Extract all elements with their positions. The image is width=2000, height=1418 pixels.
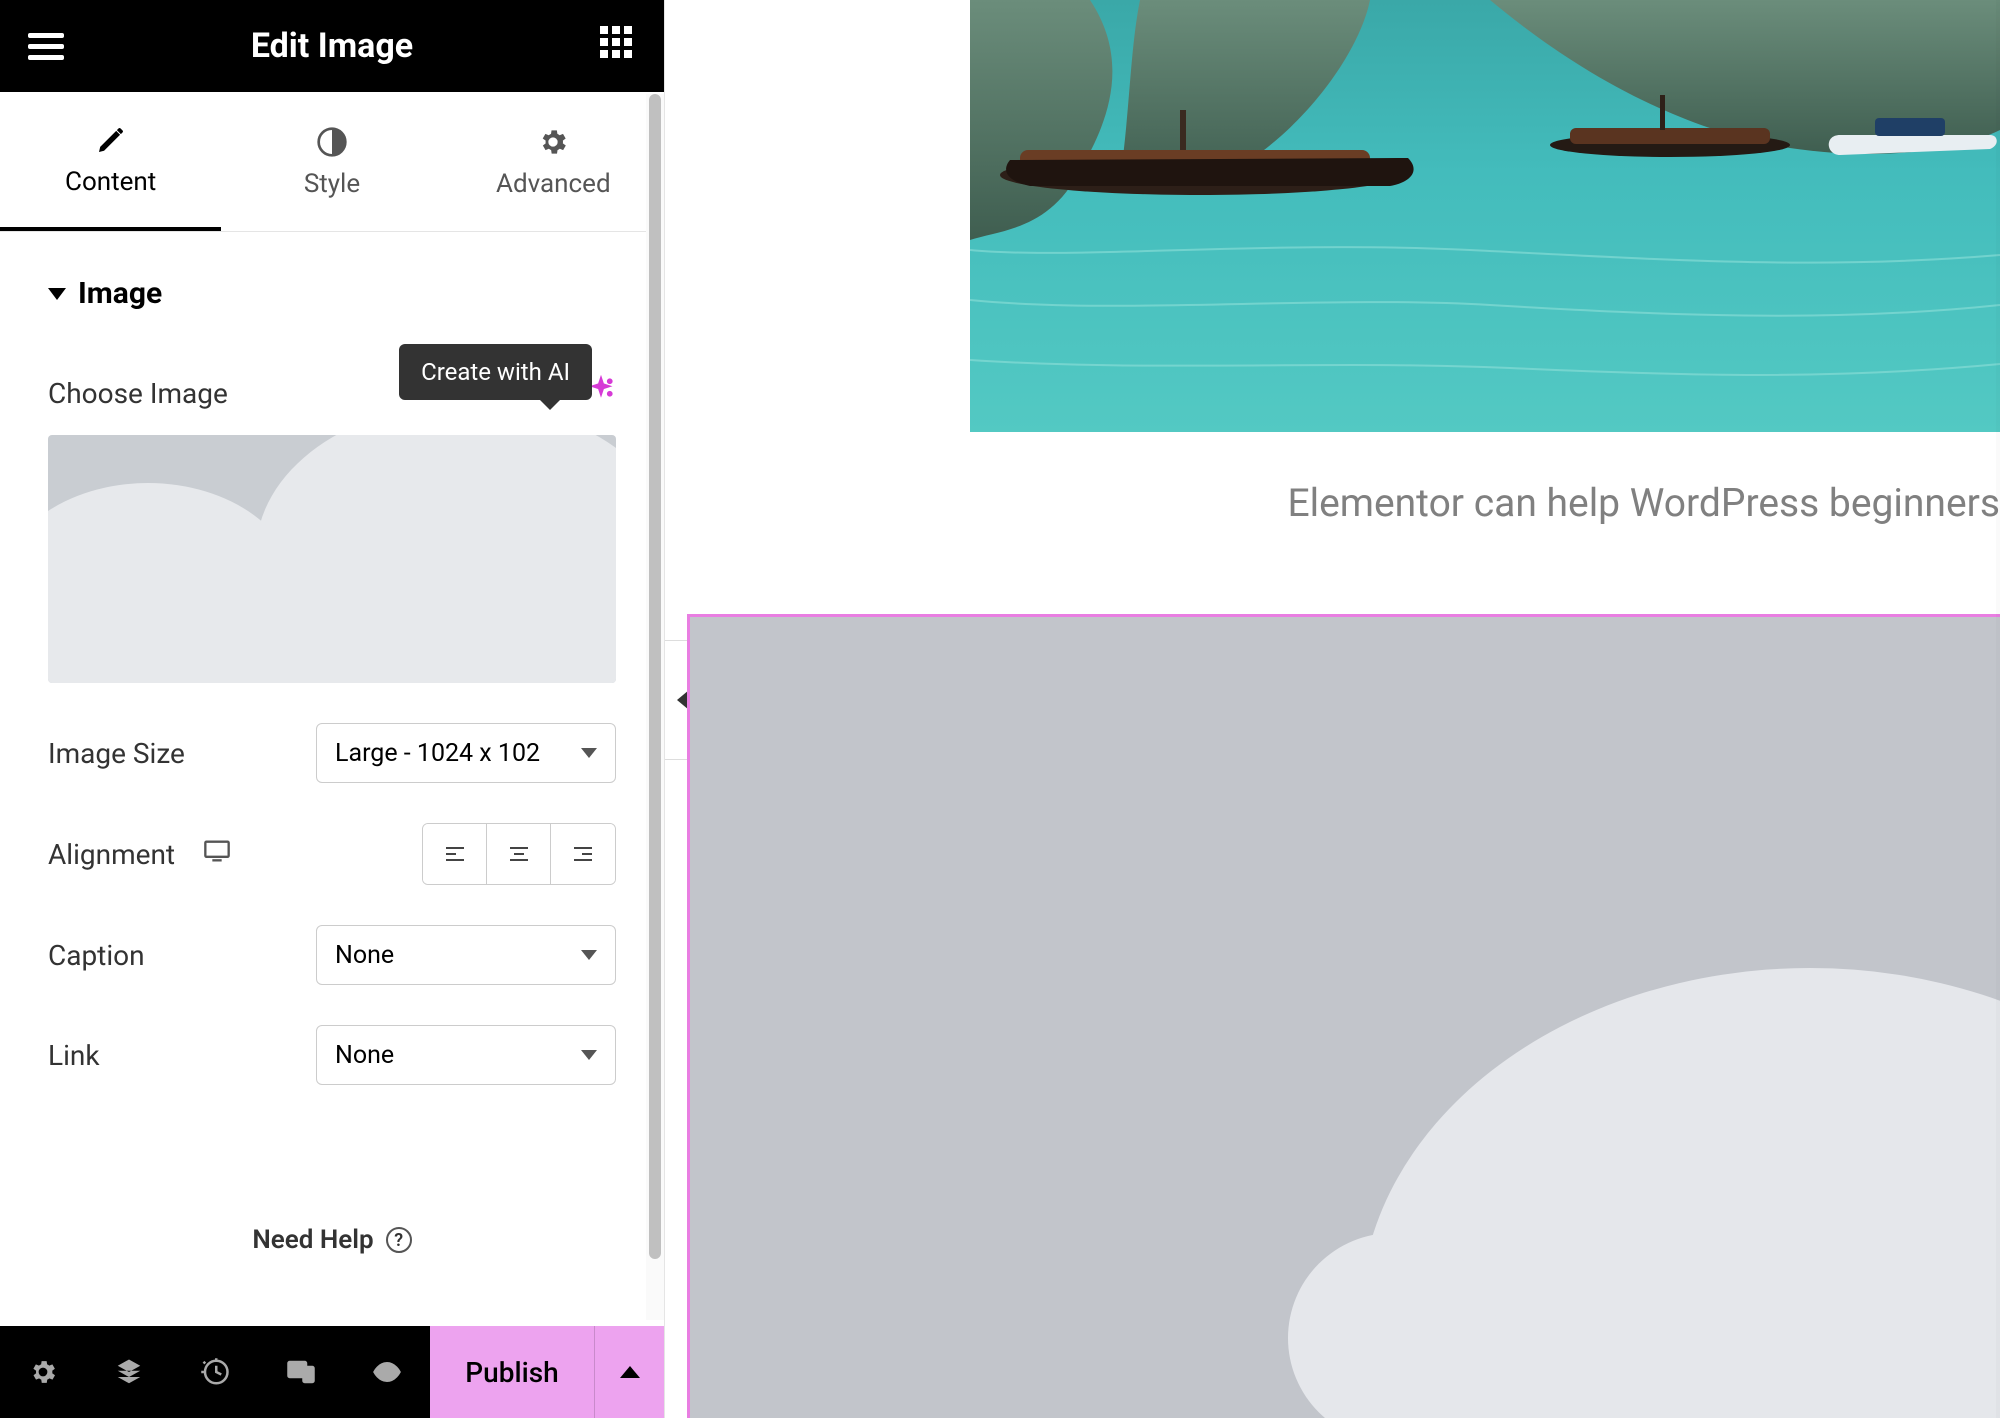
align-left-button[interactable] bbox=[423, 824, 487, 884]
image-size-select[interactable]: Large - 1024 x 102 bbox=[316, 723, 616, 783]
canvas-caption-text: Elementor can help WordPress beginners bbox=[1287, 480, 2000, 526]
ai-tooltip: Create with AI bbox=[399, 344, 592, 400]
section-toggle-image[interactable]: Image bbox=[48, 276, 616, 311]
editor-canvas: Elementor can help WordPress beginners bbox=[665, 0, 2000, 1418]
align-right-button[interactable] bbox=[551, 824, 615, 884]
need-help-text: Need Help bbox=[252, 1225, 373, 1255]
hamburger-menu-icon[interactable] bbox=[28, 26, 68, 66]
selected-image-widget[interactable] bbox=[687, 614, 2000, 1418]
publish-button[interactable]: Publish bbox=[430, 1326, 594, 1418]
section-title: Image bbox=[78, 276, 162, 311]
tab-label: Advanced bbox=[496, 169, 611, 199]
panel-bottombar: Publish bbox=[0, 1326, 664, 1418]
panel-tabs: Content Style Advanced bbox=[0, 92, 664, 232]
editor-panel: Edit Image Content Style Advanced Image bbox=[0, 0, 665, 1418]
settings-icon[interactable] bbox=[0, 1326, 86, 1418]
panel-topbar: Edit Image bbox=[0, 0, 664, 92]
caption-label: Caption bbox=[48, 939, 145, 972]
image-size-label: Image Size bbox=[48, 737, 185, 770]
alignment-group bbox=[422, 823, 616, 885]
gear-icon bbox=[536, 125, 570, 159]
caption-select[interactable]: None bbox=[316, 925, 616, 985]
alignment-label: Alignment bbox=[48, 838, 175, 871]
history-icon[interactable] bbox=[172, 1326, 258, 1418]
link-value: None bbox=[335, 1041, 394, 1070]
link-select[interactable]: None bbox=[316, 1025, 616, 1085]
tab-label: Content bbox=[65, 167, 156, 197]
align-center-button[interactable] bbox=[487, 824, 551, 884]
image-size-value: Large - 1024 x 102 bbox=[335, 739, 540, 768]
widgets-grid-icon[interactable] bbox=[596, 26, 636, 66]
link-label: Link bbox=[48, 1039, 100, 1072]
caption-value: None bbox=[335, 941, 394, 970]
caret-down-icon bbox=[48, 288, 66, 300]
need-help-link[interactable]: Need Help ? bbox=[48, 1225, 616, 1255]
panel-title: Edit Image bbox=[68, 26, 596, 66]
publish-label: Publish bbox=[465, 1356, 558, 1389]
pencil-icon bbox=[94, 123, 128, 157]
responsive-icon[interactable] bbox=[258, 1326, 344, 1418]
chevron-up-icon bbox=[620, 1366, 640, 1378]
navigator-icon[interactable] bbox=[86, 1326, 172, 1418]
tab-label: Style bbox=[304, 169, 360, 199]
preview-icon[interactable] bbox=[344, 1326, 430, 1418]
help-icon: ? bbox=[386, 1227, 412, 1253]
tab-style[interactable]: Style bbox=[221, 92, 442, 231]
chevron-down-icon bbox=[581, 748, 597, 758]
canvas-hero-image bbox=[970, 0, 2000, 432]
panel-scrollbar[interactable] bbox=[646, 94, 664, 1320]
chevron-down-icon bbox=[581, 1050, 597, 1060]
choose-image-label: Choose Image bbox=[48, 377, 228, 410]
responsive-device-icon[interactable] bbox=[203, 839, 231, 869]
contrast-icon bbox=[315, 125, 349, 159]
chevron-down-icon bbox=[581, 950, 597, 960]
image-upload-area[interactable] bbox=[48, 435, 616, 683]
tab-content[interactable]: Content bbox=[0, 92, 221, 231]
publish-options-button[interactable] bbox=[594, 1326, 664, 1418]
tab-advanced[interactable]: Advanced bbox=[443, 92, 664, 231]
